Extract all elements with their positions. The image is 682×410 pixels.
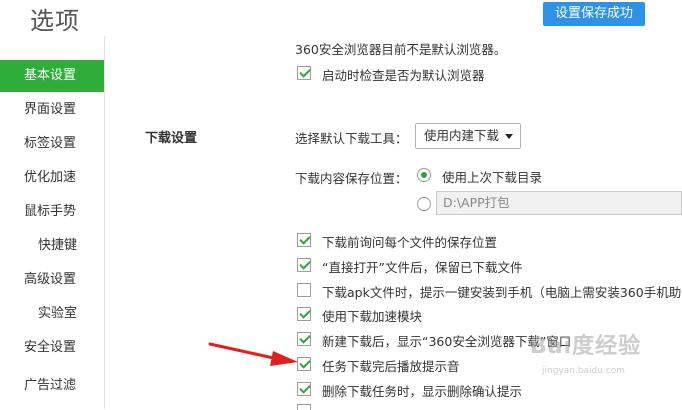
watermark-url: jingyan.baidu.com [542, 366, 626, 376]
watermark: Bai度经验 jingyan.baidu.com [520, 326, 670, 386]
watermark-brand: Bai度经验 [530, 334, 642, 359]
